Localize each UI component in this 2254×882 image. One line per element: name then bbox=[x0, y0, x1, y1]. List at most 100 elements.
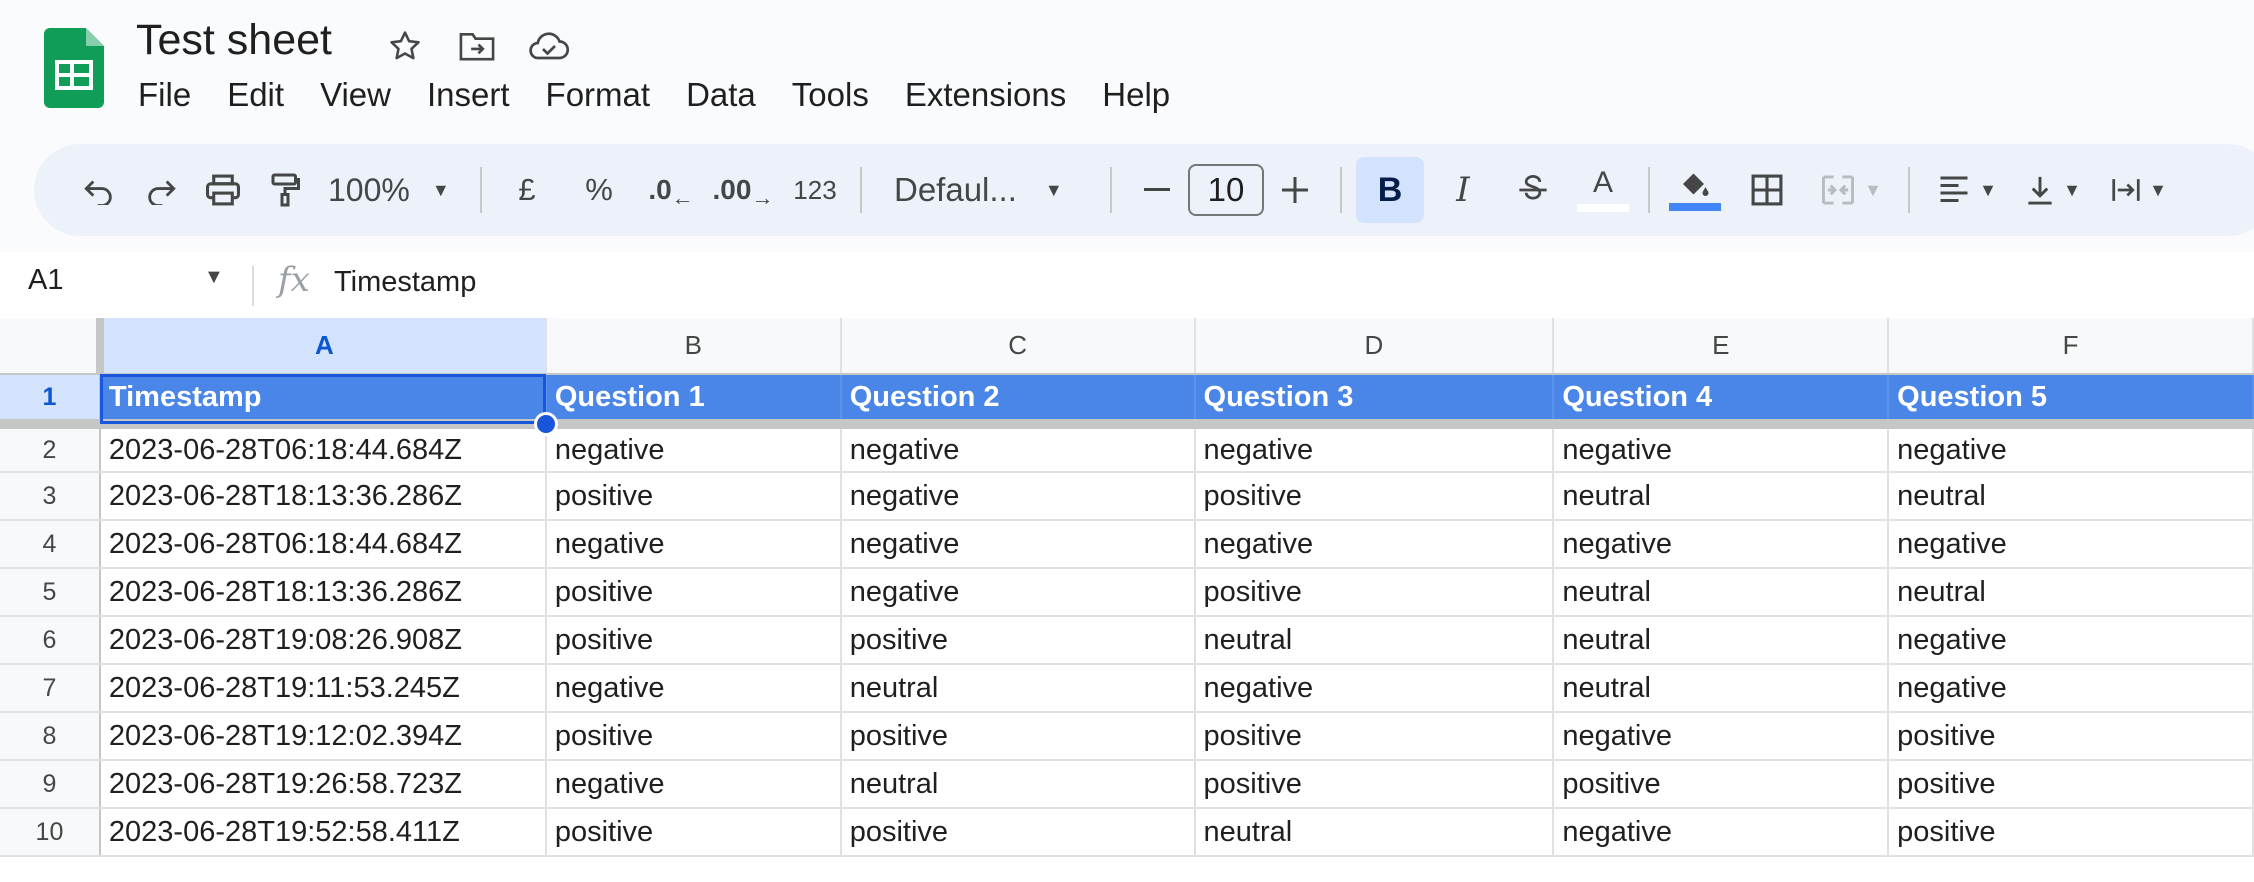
row-header[interactable]: 2 bbox=[0, 424, 101, 473]
menu-view[interactable]: View bbox=[302, 72, 409, 118]
row-header[interactable]: 5 bbox=[0, 568, 101, 617]
sheets-logo[interactable] bbox=[44, 28, 104, 108]
chevron-down-icon[interactable]: ▼ bbox=[204, 266, 224, 289]
more-formats-button[interactable]: 123 bbox=[784, 157, 846, 223]
cell[interactable]: neutral bbox=[840, 664, 1196, 713]
cell[interactable]: positive bbox=[545, 712, 842, 761]
cell[interactable]: negative bbox=[1553, 808, 1890, 857]
cell[interactable]: neutral bbox=[1194, 808, 1555, 857]
move-folder-icon[interactable] bbox=[452, 22, 502, 70]
row-header[interactable]: 3 bbox=[0, 472, 101, 521]
column-header[interactable]: D bbox=[1194, 318, 1555, 375]
borders-icon[interactable] bbox=[1736, 157, 1798, 223]
cell[interactable]: negative bbox=[545, 520, 842, 569]
cell[interactable]: negative bbox=[545, 760, 842, 809]
cell[interactable]: neutral bbox=[1553, 616, 1890, 665]
cell[interactable]: positive bbox=[545, 472, 842, 521]
header-cell[interactable]: Question 3 bbox=[1194, 374, 1555, 429]
zoom-select[interactable]: 100% ▼ bbox=[316, 157, 466, 223]
star-icon[interactable] bbox=[380, 22, 430, 70]
cell[interactable]: neutral bbox=[1553, 664, 1890, 713]
header-cell[interactable]: Timestamp bbox=[99, 374, 547, 429]
column-header[interactable]: C bbox=[840, 318, 1196, 375]
decrease-decimal-button[interactable]: .0 ← bbox=[640, 157, 702, 223]
row-header[interactable]: 4 bbox=[0, 520, 101, 569]
increase-font-size-button[interactable] bbox=[1264, 157, 1326, 223]
header-cell[interactable]: Question 1 bbox=[545, 374, 842, 429]
cell[interactable]: positive bbox=[1194, 472, 1555, 521]
name-box[interactable]: A1 bbox=[28, 264, 63, 297]
menu-edit[interactable]: Edit bbox=[209, 72, 302, 118]
cell[interactable]: negative bbox=[1553, 520, 1890, 569]
column-header[interactable]: F bbox=[1888, 318, 2254, 375]
cell[interactable]: negative bbox=[545, 664, 842, 713]
font-select[interactable]: Defaul... ▼ bbox=[876, 157, 1096, 223]
row-header[interactable]: 6 bbox=[0, 616, 101, 665]
cell[interactable]: positive bbox=[1194, 760, 1555, 809]
cell[interactable]: negative bbox=[840, 472, 1196, 521]
header-cell[interactable]: Question 5 bbox=[1888, 374, 2254, 429]
cell[interactable]: 2023-06-28T18:13:36.286Z bbox=[99, 472, 547, 521]
cloud-saved-icon[interactable] bbox=[524, 22, 574, 70]
currency-format-button[interactable]: £ bbox=[496, 157, 558, 223]
paint-format-icon[interactable] bbox=[254, 157, 316, 223]
row-header[interactable]: 7 bbox=[0, 664, 101, 713]
cell[interactable]: positive bbox=[545, 568, 842, 617]
cell[interactable]: positive bbox=[840, 712, 1196, 761]
row-header[interactable]: 9 bbox=[0, 760, 101, 809]
merge-cells-button[interactable]: ▼ bbox=[1808, 157, 1894, 223]
menu-format[interactable]: Format bbox=[528, 72, 669, 118]
cell[interactable]: neutral bbox=[1194, 616, 1555, 665]
redo-button[interactable] bbox=[130, 157, 192, 223]
cell[interactable]: negative bbox=[840, 424, 1196, 473]
horizontal-align-button[interactable]: ▼ bbox=[1924, 157, 2010, 223]
cell[interactable]: positive bbox=[1194, 712, 1555, 761]
vertical-align-button[interactable]: ▼ bbox=[2010, 157, 2096, 223]
text-color-button[interactable]: A bbox=[1572, 157, 1634, 223]
cell[interactable]: positive bbox=[840, 616, 1196, 665]
cell[interactable]: negative bbox=[1888, 664, 2254, 713]
cell[interactable]: 2023-06-28T19:08:26.908Z bbox=[99, 616, 547, 665]
cell[interactable]: positive bbox=[1888, 712, 2254, 761]
undo-button[interactable] bbox=[68, 157, 130, 223]
cell[interactable]: neutral bbox=[1553, 472, 1890, 521]
cell[interactable]: 2023-06-28T19:26:58.723Z bbox=[99, 760, 547, 809]
percent-format-button[interactable]: % bbox=[568, 157, 630, 223]
cell[interactable]: positive bbox=[545, 808, 842, 857]
print-icon[interactable] bbox=[192, 157, 254, 223]
column-header[interactable]: B bbox=[545, 318, 842, 375]
cell[interactable]: negative bbox=[840, 568, 1196, 617]
font-size-input[interactable]: 10 bbox=[1188, 164, 1264, 216]
row-header[interactable]: 1 bbox=[0, 374, 101, 429]
cell[interactable]: positive bbox=[1194, 568, 1555, 617]
cell[interactable]: negative bbox=[1553, 424, 1890, 473]
cell[interactable]: negative bbox=[545, 424, 842, 473]
fill-color-button[interactable] bbox=[1664, 157, 1726, 223]
menu-extensions[interactable]: Extensions bbox=[887, 72, 1084, 118]
selection-fill-handle[interactable] bbox=[534, 412, 558, 436]
cell[interactable]: neutral bbox=[1888, 568, 2254, 617]
cell[interactable]: positive bbox=[840, 808, 1196, 857]
cell[interactable]: positive bbox=[1553, 760, 1890, 809]
cell[interactable]: negative bbox=[1194, 520, 1555, 569]
column-header[interactable]: E bbox=[1553, 318, 1890, 375]
cell[interactable]: positive bbox=[545, 616, 842, 665]
strikethrough-icon[interactable] bbox=[1502, 157, 1564, 223]
cell[interactable]: negative bbox=[1888, 424, 2254, 473]
formula-input[interactable]: Timestamp bbox=[334, 266, 476, 299]
cell[interactable]: 2023-06-28T06:18:44.684Z bbox=[99, 520, 547, 569]
menu-help[interactable]: Help bbox=[1084, 72, 1188, 118]
row-header[interactable]: 8 bbox=[0, 712, 101, 761]
select-all-corner[interactable] bbox=[0, 318, 104, 375]
document-title[interactable]: Test sheet bbox=[136, 16, 332, 65]
header-cell[interactable]: Question 4 bbox=[1553, 374, 1890, 429]
cell[interactable]: 2023-06-28T19:52:58.411Z bbox=[99, 808, 547, 857]
cell[interactable]: negative bbox=[840, 520, 1196, 569]
cell[interactable]: neutral bbox=[1553, 568, 1890, 617]
cell[interactable]: negative bbox=[1888, 616, 2254, 665]
cell[interactable]: 2023-06-28T19:11:53.245Z bbox=[99, 664, 547, 713]
italic-button[interactable]: I bbox=[1432, 157, 1494, 223]
cell[interactable]: 2023-06-28T06:18:44.684Z bbox=[99, 424, 547, 473]
text-wrapping-button[interactable]: ▼ bbox=[2096, 157, 2182, 223]
menu-file[interactable]: File bbox=[120, 72, 209, 118]
